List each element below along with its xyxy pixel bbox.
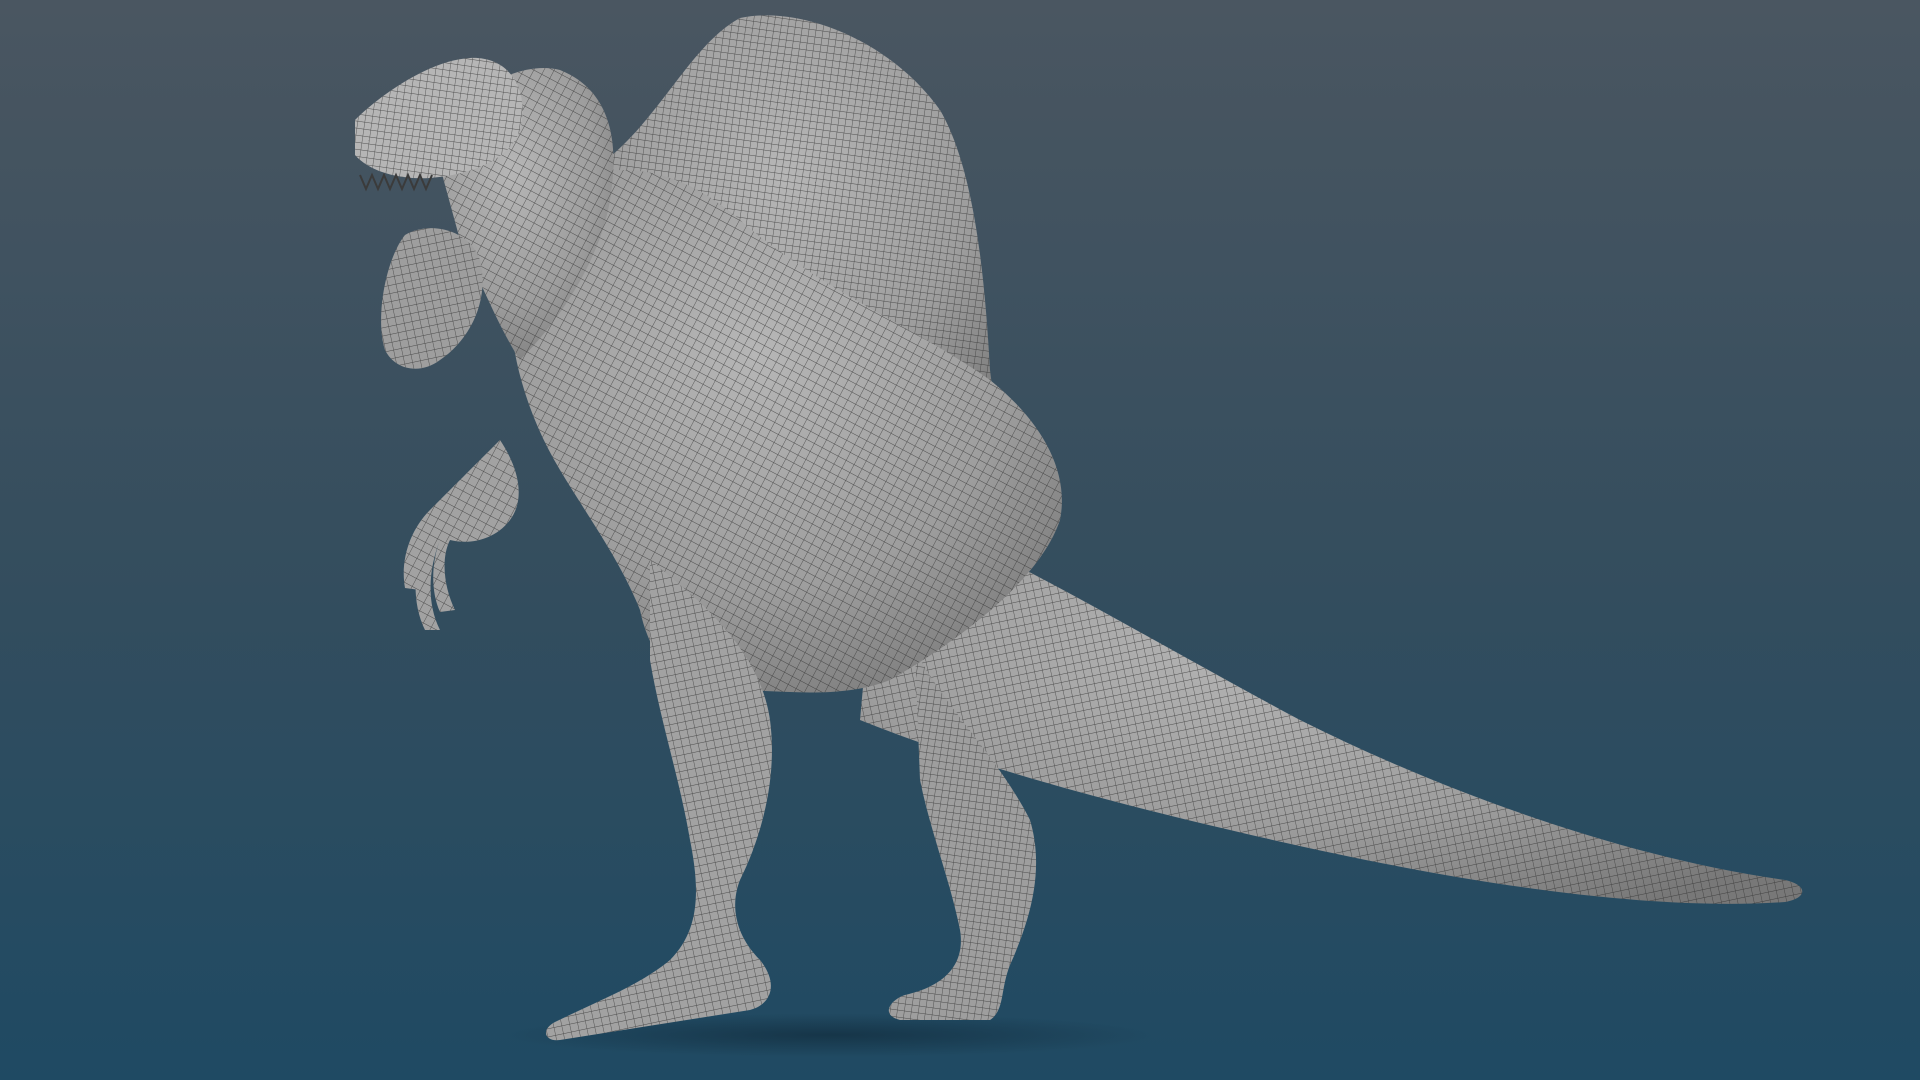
render-canvas bbox=[0, 0, 1920, 1080]
render-viewport bbox=[0, 0, 1920, 1080]
